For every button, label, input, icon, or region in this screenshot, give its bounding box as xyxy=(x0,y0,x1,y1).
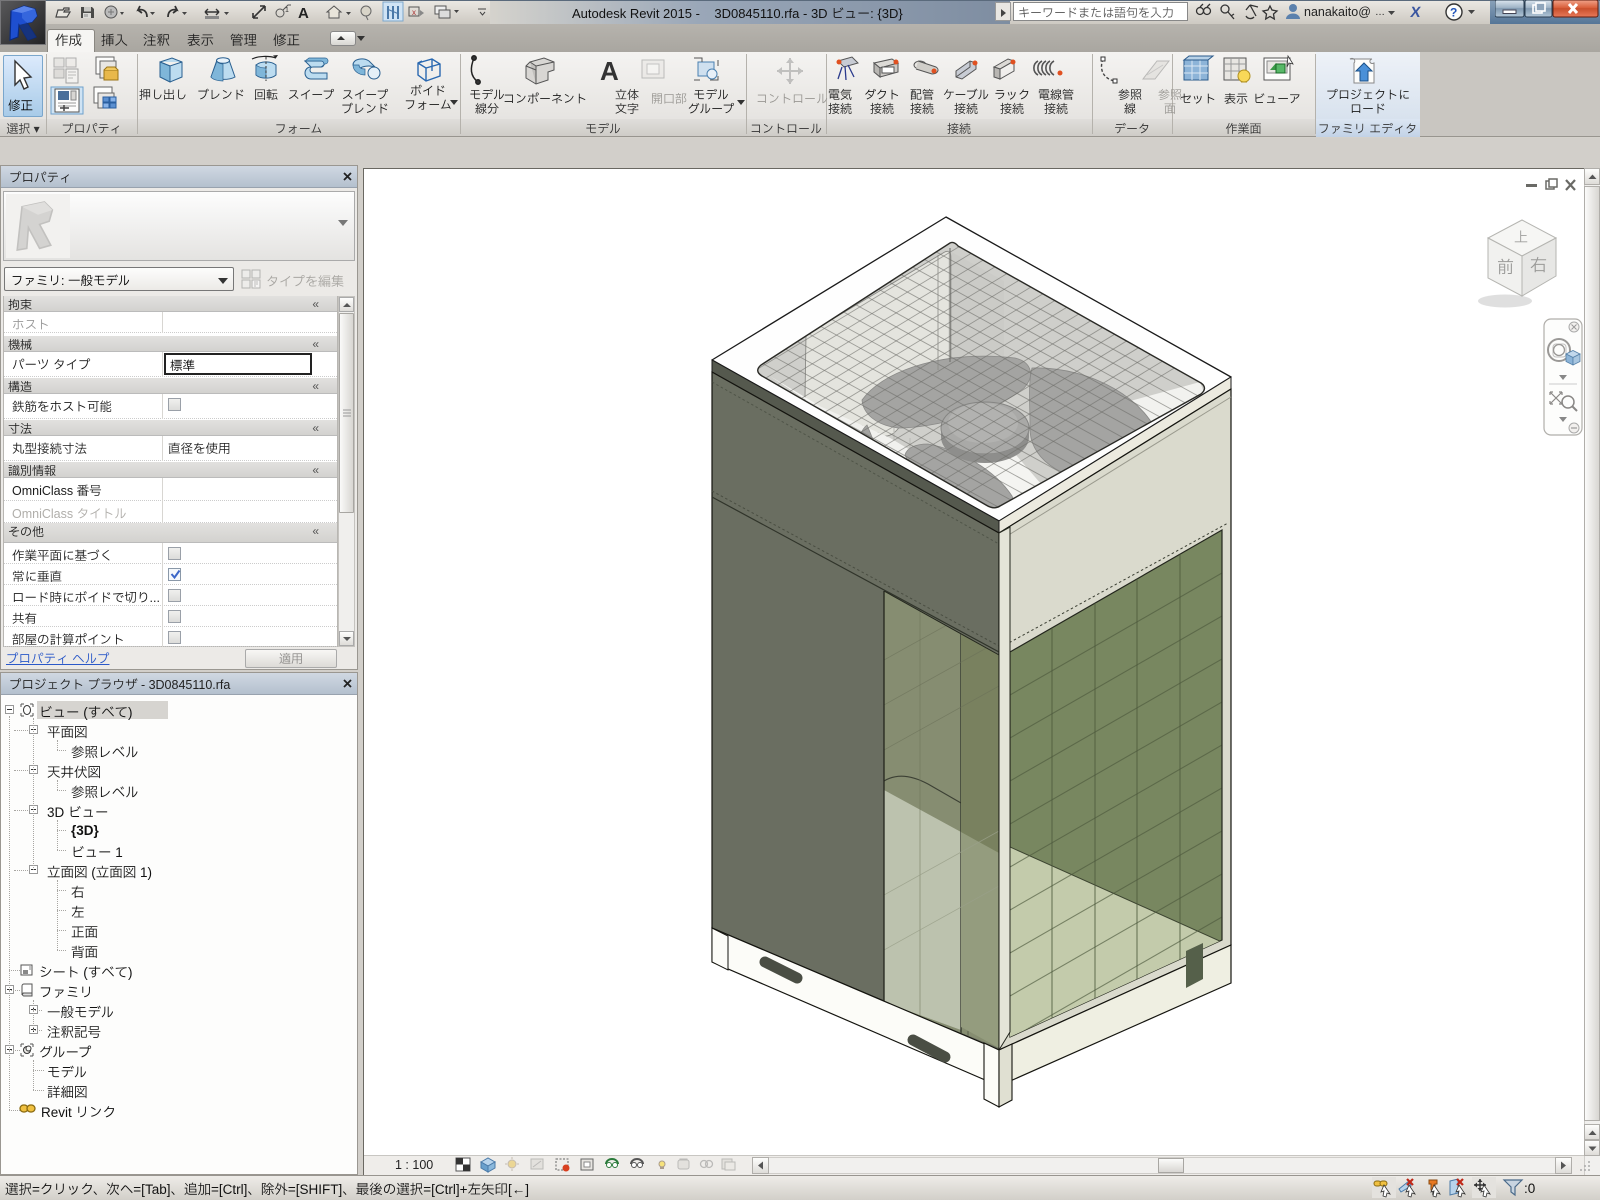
svg-text:x: x xyxy=(412,8,416,17)
svg-text:右: 右 xyxy=(1530,256,1547,275)
svg-text:X: X xyxy=(1409,4,1421,21)
svg-text:A: A xyxy=(600,56,619,86)
svg-text:前: 前 xyxy=(1497,258,1514,277)
svg-text:?: ? xyxy=(1450,6,1457,20)
svg-text:1: 1 xyxy=(285,7,289,14)
svg-text::0: :0 xyxy=(1524,1181,1535,1196)
svg-text:…: … xyxy=(1375,7,1385,18)
svg-text:nanakaito@: nanakaito@ xyxy=(1304,5,1371,19)
svg-text:上: 上 xyxy=(1514,229,1528,245)
svg-text:A: A xyxy=(298,5,309,22)
